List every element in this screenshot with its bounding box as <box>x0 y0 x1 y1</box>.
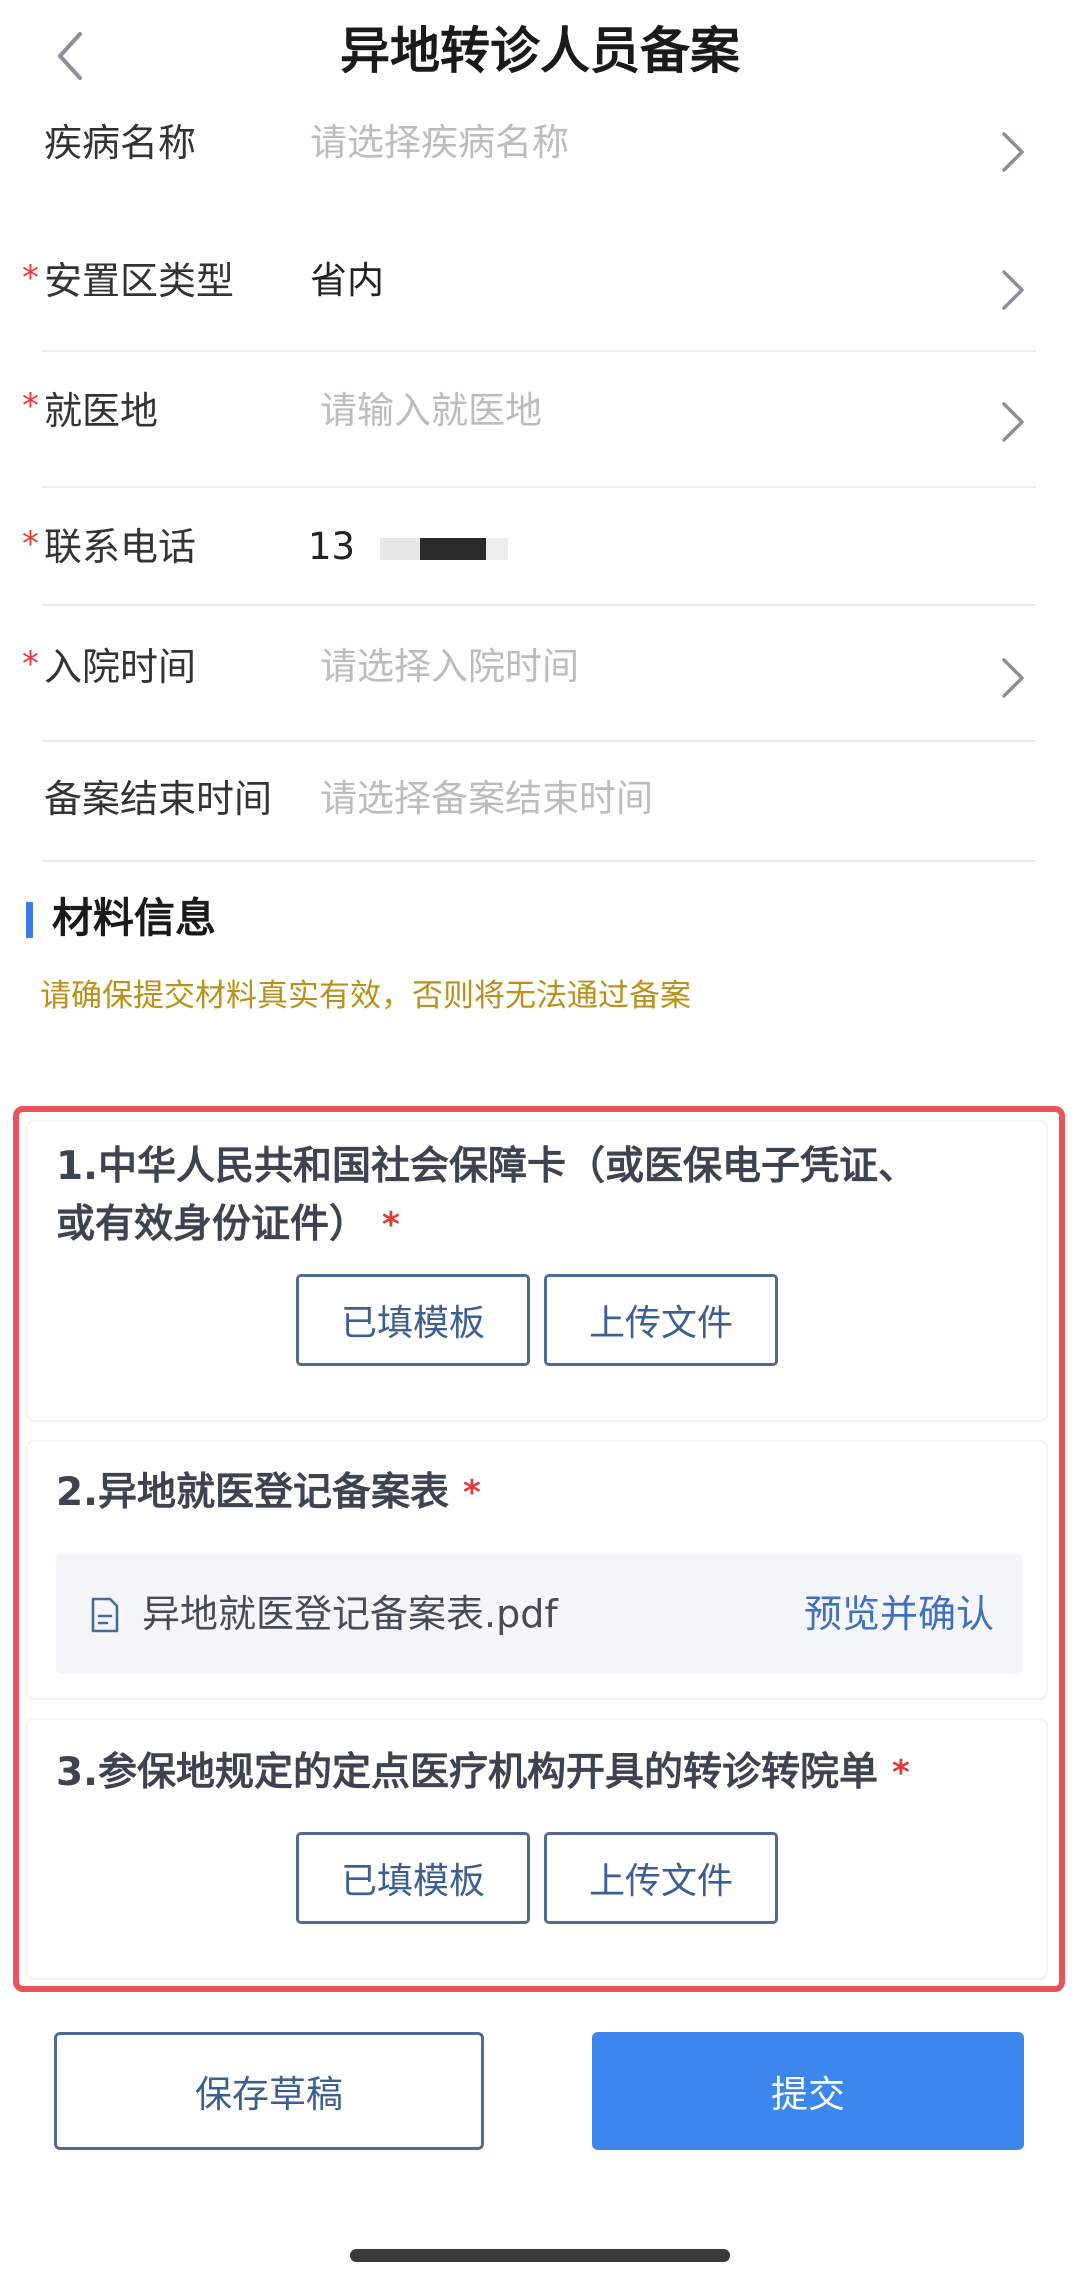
row-label: 备案结束时间 <box>44 777 273 821</box>
preview-confirm-link[interactable]: 预览并确认 <box>804 1586 994 1642</box>
file-item[interactable]: 异地就医登记备案表.pdf 预览并确认 <box>56 1554 1022 1674</box>
material-card-referral-form: 3.参保地规定的定点医疗机构开具的转诊转院单 * 已填模板 上传文件 <box>26 1718 1048 1980</box>
placement-type-select[interactable]: 省内 <box>310 256 384 306</box>
chevron-right-icon <box>1002 132 1024 172</box>
phone-redaction <box>380 538 420 560</box>
upload-file-button[interactable]: 上传文件 <box>544 1832 778 1924</box>
form-row-filing-end-time[interactable]: 备案结束时间 请选择备案结束时间 <box>0 742 1080 862</box>
form-row-phone[interactable]: * 联系电话 13 <box>0 488 1080 606</box>
filled-template-button[interactable]: 已填模板 <box>296 1832 530 1924</box>
phone-redaction <box>486 538 508 560</box>
divider <box>42 860 1036 862</box>
document-icon <box>91 1597 119 1633</box>
chevron-right-icon <box>1002 402 1024 442</box>
row-label: 安置区类型 <box>44 259 235 303</box>
required-mark: * <box>22 644 39 684</box>
material-title: 3.参保地规定的定点医疗机构开具的转诊转院单 * <box>56 1750 910 1795</box>
section-accent-bar <box>26 902 33 938</box>
material-title: 2.异地就医登记备案表 * <box>56 1470 481 1515</box>
material-card-social-security: 1.中华人民共和国社会保障卡（或医保电子凭证、 或有效身份证件） * 已填模板 上… <box>26 1120 1048 1422</box>
required-mark: * <box>382 1205 400 1245</box>
materials-notice: 请确保提交材料真实有效，否则将无法通过备案 <box>40 978 691 1014</box>
page-title: 异地转诊人员备案 <box>340 22 740 80</box>
admission-time-picker[interactable]: 请选择入院时间 <box>320 642 579 692</box>
form-row-admission-time[interactable]: * 入院时间 请选择入院时间 <box>0 606 1080 742</box>
form-row-placement-type[interactable]: * 安置区类型 省内 <box>0 226 1080 352</box>
material-title-line2: 或有效身份证件） * <box>56 1202 400 1247</box>
row-label: 入院时间 <box>44 645 197 689</box>
disease-select[interactable]: 请选择疾病名称 <box>310 118 569 168</box>
upload-file-button[interactable]: 上传文件 <box>544 1274 778 1366</box>
material-title: 1.中华人民共和国社会保障卡（或医保电子凭证、 <box>56 1144 917 1189</box>
chevron-right-icon <box>1002 658 1024 698</box>
required-mark: * <box>22 258 39 298</box>
chevron-right-icon <box>1002 270 1024 310</box>
row-label: 就医地 <box>44 389 159 433</box>
row-label: 联系电话 <box>44 525 197 569</box>
required-mark: * <box>22 386 39 426</box>
form-row-disease[interactable]: 疾病名称 请选择疾病名称 <box>0 92 1080 212</box>
section-title: 材料信息 <box>52 894 216 942</box>
form-row-treatment-location[interactable]: * 就医地 请输入就医地 <box>0 352 1080 488</box>
filing-end-time-picker[interactable]: 请选择备案结束时间 <box>320 774 653 824</box>
submit-button[interactable]: 提交 <box>592 2032 1024 2150</box>
phone-redaction <box>420 538 486 560</box>
required-mark: * <box>22 524 39 564</box>
home-indicator <box>350 2249 730 2262</box>
row-label: 疾病名称 <box>44 121 197 165</box>
treatment-location-input[interactable]: 请输入就医地 <box>320 386 542 436</box>
file-name: 异地就医登记备案表.pdf <box>142 1592 558 1636</box>
save-draft-button[interactable]: 保存草稿 <box>54 2032 484 2150</box>
filled-template-button[interactable]: 已填模板 <box>296 1274 530 1366</box>
phone-input[interactable]: 13 <box>308 522 355 572</box>
required-mark: * <box>891 1753 910 1793</box>
material-card-filing-form: 2.异地就医登记备案表 * 异地就医登记备案表.pdf 预览并确认 <box>26 1440 1048 1700</box>
required-mark: * <box>462 1473 481 1513</box>
